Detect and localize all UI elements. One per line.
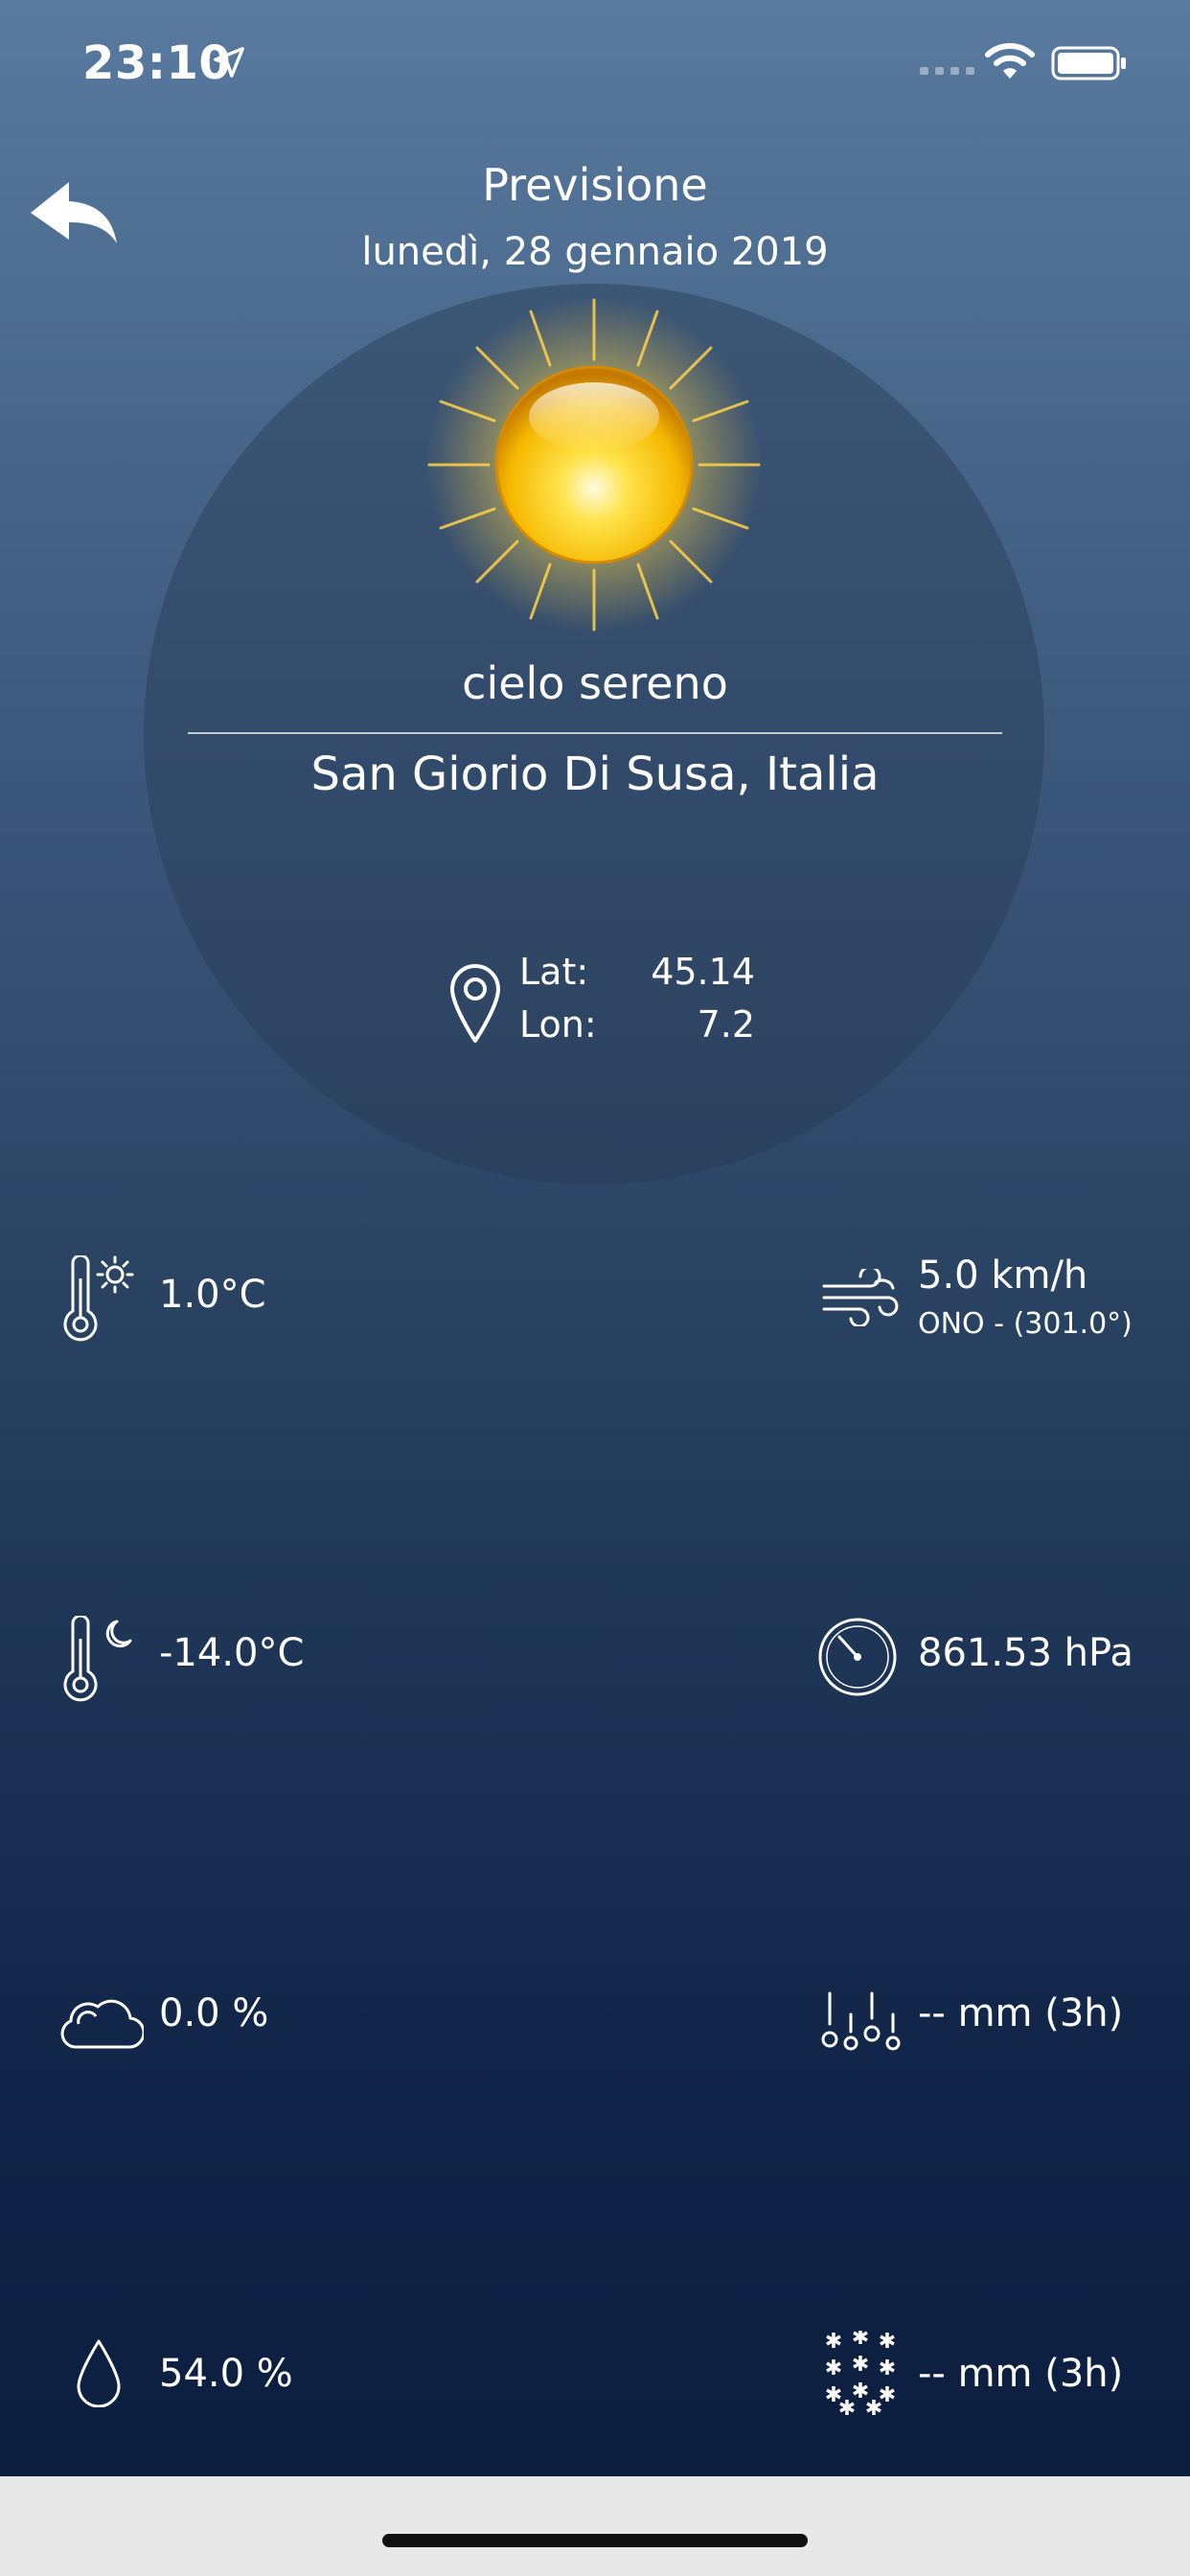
- wind-icon: [822, 1269, 899, 1326]
- cloud-cover: 0.0 %: [159, 1991, 269, 2036]
- latitude-label: Lat:: [519, 951, 589, 993]
- svg-text:✱: ✱: [852, 2331, 869, 2350]
- svg-text:✱: ✱: [825, 2357, 842, 2380]
- svg-text:✱: ✱: [838, 2397, 856, 2417]
- weather-condition: cielo sereno: [462, 657, 728, 709]
- thermometer-sun-icon: [63, 1255, 134, 1342]
- max-temperature: 1.0°C: [159, 1273, 266, 1317]
- min-temperature: -14.0°C: [159, 1631, 305, 1675]
- status-time: 23:10: [82, 36, 232, 90]
- thermometer-moon-icon: [63, 1616, 132, 1702]
- forecast-date: lunedì, 28 gennaio 2019: [361, 230, 829, 274]
- battery-icon: [1051, 46, 1126, 80]
- home-indicator[interactable]: [382, 2534, 808, 2547]
- svg-text:✱: ✱: [825, 2331, 842, 2354]
- wind-direction: ONO - (301.0°): [918, 1307, 1133, 1341]
- wifi-icon: [985, 43, 1035, 79]
- divider: [188, 732, 1002, 734]
- svg-text:✱: ✱: [865, 2397, 882, 2417]
- longitude-label: Lon:: [519, 1003, 597, 1046]
- svg-text:✱: ✱: [879, 2357, 896, 2380]
- snow-volume: -- mm (3h): [918, 2352, 1124, 2396]
- rain-icon: [821, 1991, 901, 2051]
- clear-sky-icon: [426, 297, 762, 632]
- location-arrow-icon: [214, 47, 244, 78]
- humidity-drop-icon: [77, 2339, 121, 2407]
- forecast-screen: 23:10 Previsione lunedì, 28 gennaio 2019: [0, 0, 1190, 2476]
- snow-icon: ✱ ✱ ✱ ✱ ✱ ✱ ✱ ✱ ✱ ✱ ✱: [825, 2331, 896, 2417]
- latitude-value: 45.14: [651, 951, 755, 993]
- page-title: Previsione: [482, 159, 708, 211]
- location-name: San Giorio Di Susa, Italia: [310, 748, 880, 801]
- humidity-value: 54.0 %: [159, 2352, 293, 2396]
- svg-text:✱: ✱: [852, 2353, 869, 2377]
- cellular-signal-icon: [920, 67, 974, 75]
- rain-volume: -- mm (3h): [918, 1991, 1124, 2036]
- map-pin-icon: [450, 964, 500, 1043]
- barometer-icon: [818, 1618, 897, 1696]
- pressure-value: 861.53 hPa: [918, 1631, 1133, 1675]
- longitude-value: 7.2: [697, 1003, 755, 1046]
- cloud-icon: [60, 1999, 144, 2049]
- svg-text:✱: ✱: [879, 2331, 896, 2354]
- home-bar-area: [0, 2476, 1190, 2576]
- wind-speed: 5.0 km/h: [918, 1254, 1088, 1298]
